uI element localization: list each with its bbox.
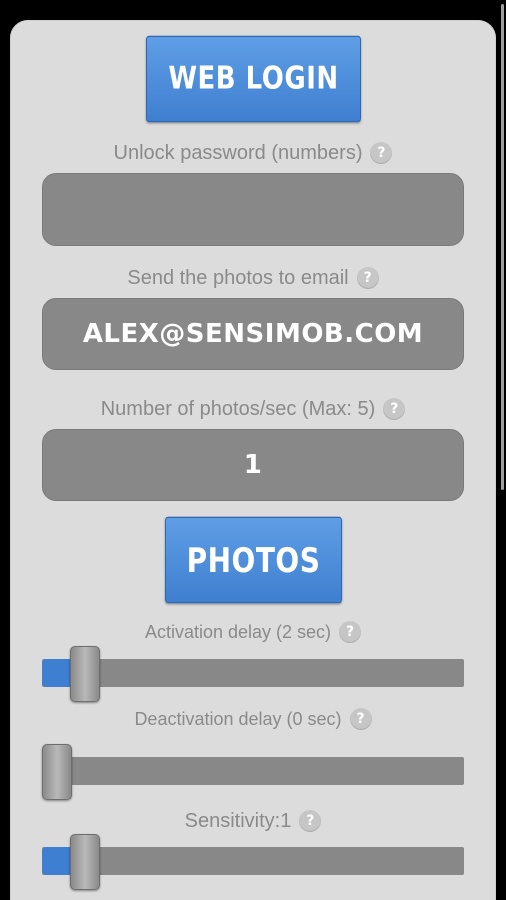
email-input[interactable]	[43, 298, 463, 370]
deactivation-delay-thumb[interactable]	[42, 744, 72, 800]
unlock-password-label: Unlock password (numbers) ?	[0, 139, 506, 167]
sensitivity-thumb[interactable]	[69, 834, 100, 890]
photos-button-label: PHOTOS	[186, 540, 321, 580]
activation-delay-label: Activation delay (2 sec) ?	[0, 618, 506, 646]
help-icon[interactable]: ?	[383, 398, 406, 420]
unlock-password-input[interactable]	[43, 173, 463, 246]
unlock-password-field[interactable]	[42, 173, 464, 246]
web-login-button-label: WEB LOGIN	[168, 61, 339, 97]
help-icon[interactable]: ?	[356, 267, 379, 289]
deactivation-delay-slider[interactable]	[42, 744, 464, 800]
photos-per-sec-field[interactable]	[42, 429, 464, 501]
web-login-button[interactable]: WEB LOGIN	[146, 35, 361, 123]
screen: WEB LOGIN Unlock password (numbers) ? Se…	[0, 0, 506, 900]
email-label: Send the photos to email ?	[0, 264, 506, 292]
sensitivity-slider[interactable]	[42, 834, 464, 890]
help-icon[interactable]: ?	[299, 810, 322, 832]
sensitivity-label: Sensitivity:1 ?	[0, 807, 506, 835]
photos-per-sec-input[interactable]	[43, 429, 463, 501]
help-icon[interactable]: ?	[370, 142, 393, 164]
photos-per-sec-label: Number of photos/sec (Max: 5) ?	[0, 395, 506, 423]
help-icon[interactable]: ?	[339, 621, 362, 643]
deactivation-delay-label: Deactivation delay (0 sec) ?	[0, 705, 506, 733]
email-field[interactable]	[42, 298, 464, 370]
help-icon[interactable]: ?	[349, 708, 372, 730]
activation-delay-slider[interactable]	[42, 646, 464, 702]
photos-button[interactable]: PHOTOS	[165, 516, 342, 604]
activation-delay-thumb[interactable]	[69, 646, 100, 702]
